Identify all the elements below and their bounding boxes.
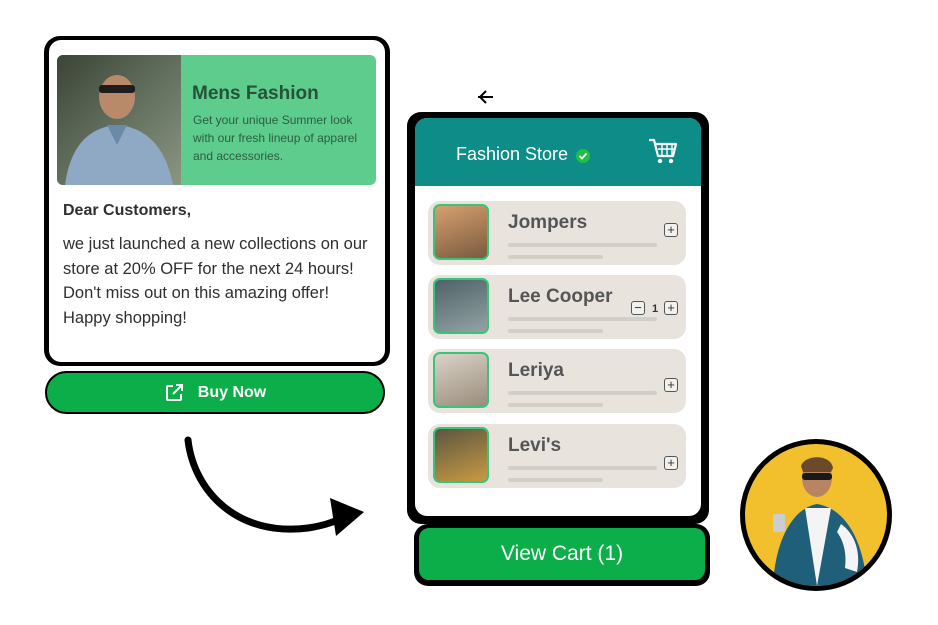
placeholder-line (508, 391, 657, 395)
placeholder-line (508, 317, 657, 321)
avatar (740, 439, 892, 591)
product-thumbnail (433, 352, 489, 408)
placeholder-line (508, 403, 603, 407)
placeholder-line (508, 478, 603, 482)
product-name: Levi's (508, 435, 562, 456)
message-body-text: we just launched a new collections on ou… (63, 235, 368, 302)
product-thumbnail (433, 278, 489, 334)
external-link-icon (165, 383, 183, 401)
add-button[interactable]: + (664, 456, 678, 470)
add-button[interactable]: + (664, 301, 678, 315)
avatar-photo (745, 444, 887, 586)
message-body: we just launched a new collections on ou… (63, 232, 373, 330)
store-panel-body: Fashion Store Jompers + Lee Cooper − 1 +… (415, 118, 701, 516)
promo-model-photo (57, 55, 181, 185)
remove-button[interactable]: − (631, 301, 645, 315)
product-name: Lee Cooper (508, 286, 613, 307)
shopping-cart-icon[interactable] (647, 136, 679, 171)
promo-banner: Mens Fashion Get your unique Summer look… (57, 55, 376, 185)
store-panel: Fashion Store Jompers + Lee Cooper − 1 +… (407, 112, 709, 524)
message-card-body: Mens Fashion Get your unique Summer look… (49, 40, 385, 362)
buy-now-button[interactable]: Buy Now (45, 371, 385, 414)
add-button[interactable]: + (664, 378, 678, 392)
check-badge-icon (576, 149, 590, 163)
small-arrow-icon (478, 90, 493, 104)
store-title: Fashion Store (456, 144, 569, 164)
product-item[interactable]: Lee Cooper − 1 + (428, 275, 686, 339)
placeholder-line (508, 466, 657, 470)
product-name: Jompers (508, 212, 588, 233)
placeholder-line (508, 243, 657, 247)
view-cart-frame: View Cart (1) (414, 524, 710, 586)
curved-arrow-icon (184, 436, 364, 536)
promo-title: Mens Fashion (192, 83, 319, 104)
message-closing: Happy shopping! (63, 308, 187, 327)
product-name: Leriya (508, 360, 564, 381)
quantity-value: 1 (652, 303, 659, 315)
buy-now-label: Buy Now (197, 383, 267, 401)
greeting-text: Dear Customers, (63, 202, 192, 219)
product-item[interactable]: Levi's + (428, 424, 686, 488)
product-item[interactable]: Jompers + (428, 201, 686, 265)
placeholder-line (508, 329, 603, 333)
promo-description: Get your unique Summer look with our fre… (193, 113, 358, 163)
store-header: Fashion Store (415, 118, 701, 186)
placeholder-line (508, 255, 603, 259)
add-button[interactable]: + (664, 223, 678, 237)
product-thumbnail (433, 204, 489, 260)
message-card: Mens Fashion Get your unique Summer look… (44, 36, 390, 366)
product-thumbnail (433, 427, 489, 483)
view-cart-button[interactable]: View Cart (1) (419, 528, 705, 580)
product-item[interactable]: Leriya + (428, 349, 686, 413)
view-cart-label: View Cart (1) (500, 542, 624, 565)
